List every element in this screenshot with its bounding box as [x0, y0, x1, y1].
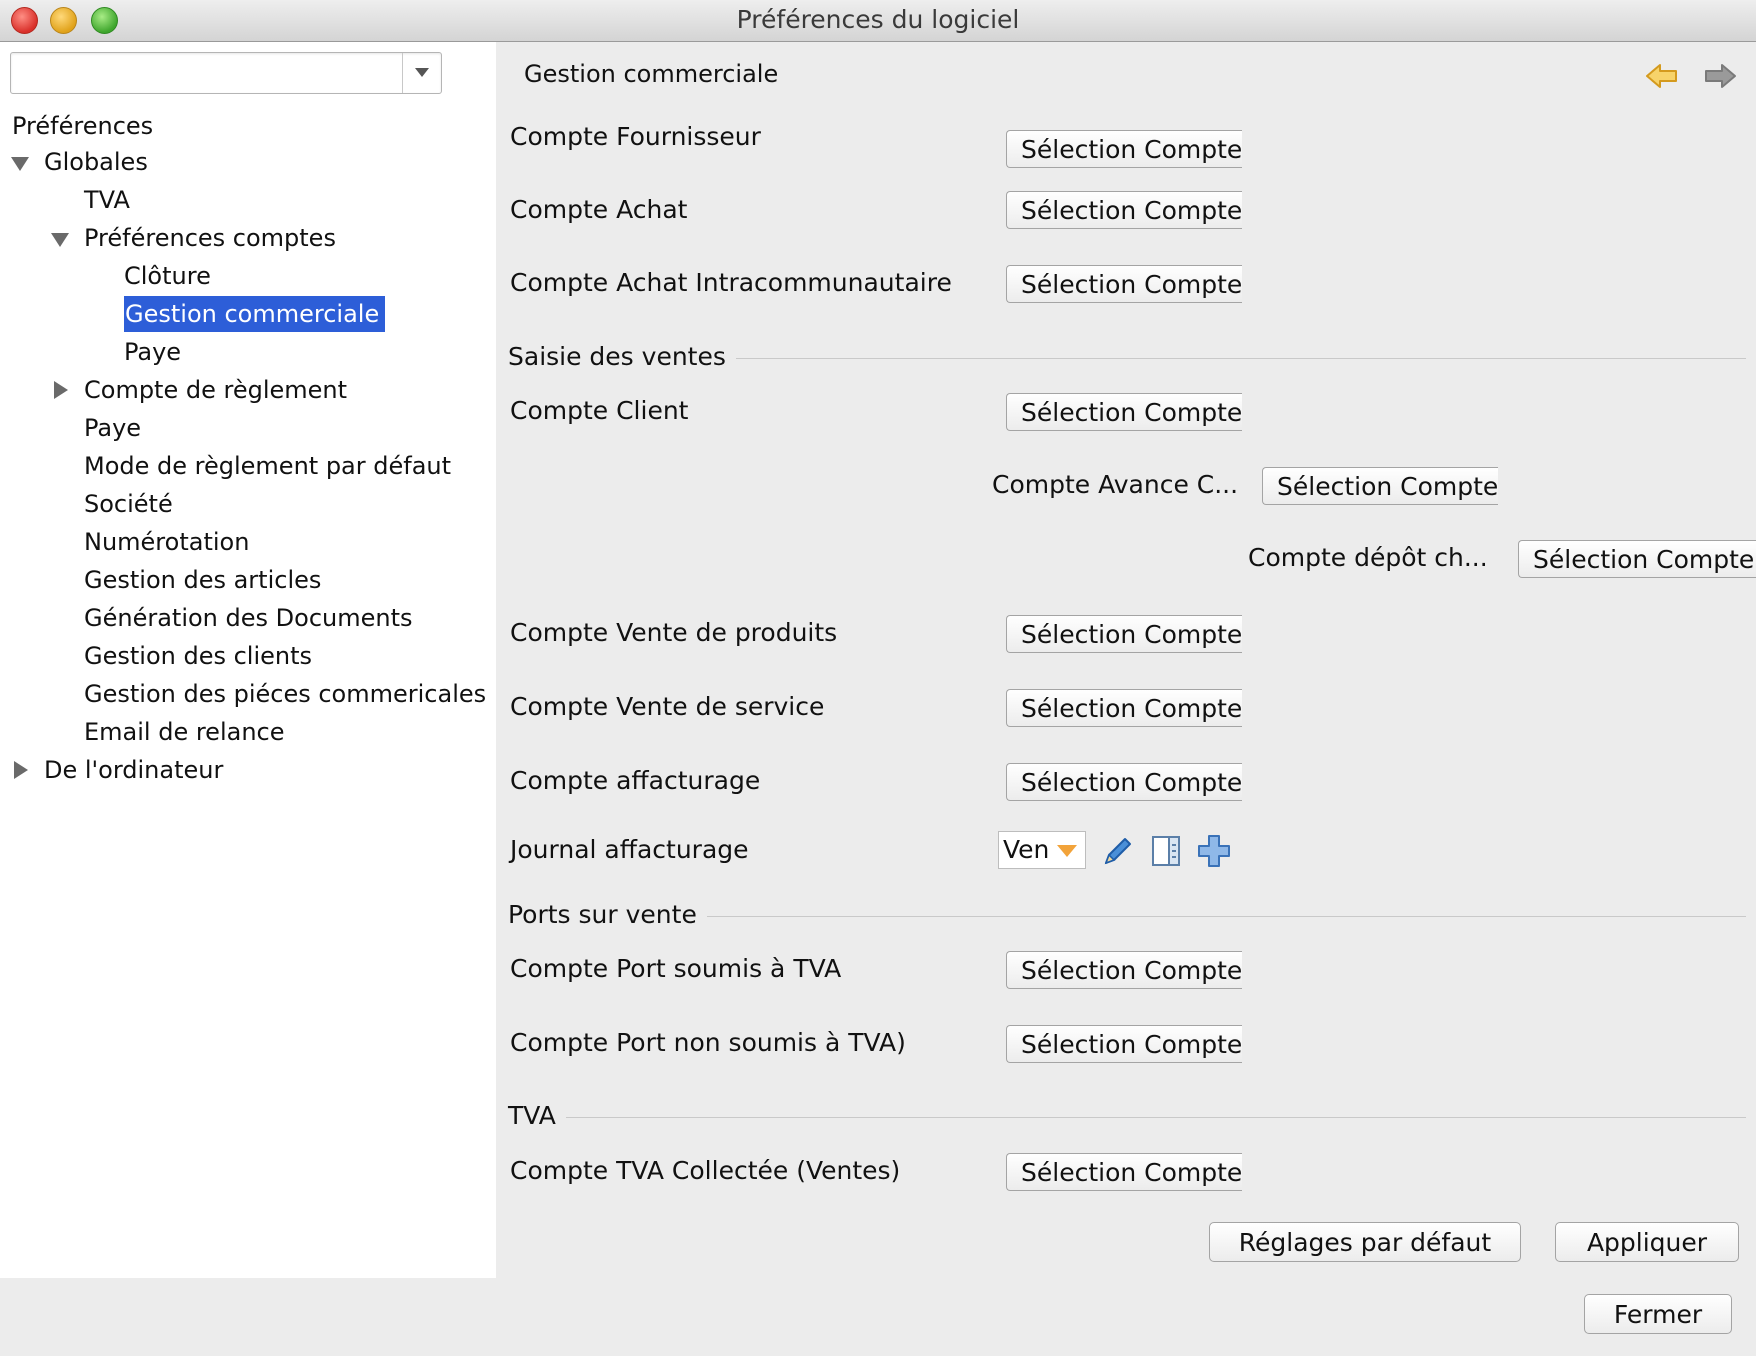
tree-item-label: Globales: [44, 148, 148, 176]
tree-item-label: Clôture: [124, 262, 211, 290]
compte-port-non-tva-select-button[interactable]: Sélection Compte: [1006, 1025, 1242, 1063]
compte-avance-label: Compte Avance C...: [992, 470, 1239, 499]
filter-combo[interactable]: [10, 52, 442, 94]
tree-item-label: Génération des Documents: [84, 604, 413, 632]
section-divider: [696, 916, 1746, 917]
tree-item-globales[interactable]: Globales: [44, 146, 148, 178]
tree-item-numerotation[interactable]: Numérotation: [84, 526, 249, 558]
compte-port-tva-label: Compte Port soumis à TVA: [510, 954, 842, 983]
tree-item-label: Gestion des articles: [84, 566, 322, 594]
tree-item-societe[interactable]: Société: [84, 488, 173, 520]
tree-item-email-relance[interactable]: Email de relance: [84, 716, 285, 748]
apply-button[interactable]: Appliquer: [1555, 1222, 1739, 1262]
tree-item-cloture[interactable]: Clôture: [124, 260, 211, 292]
compte-fournisseur-select-button[interactable]: Sélection Compte: [1006, 130, 1242, 168]
compte-client-label: Compte Client: [510, 396, 689, 425]
tree-item-label: Compte de règlement: [84, 376, 348, 404]
tree-item-preferences-comptes[interactable]: Préférences comptes: [84, 222, 336, 254]
tree-item-gestion-articles[interactable]: Gestion des articles: [84, 564, 321, 596]
disclosure-closed-icon[interactable]: [54, 381, 68, 399]
tree-item-label: Préférences comptes: [84, 224, 336, 252]
section-divider: [566, 1117, 1746, 1118]
compte-port-non-tva-label: Compte Port non soumis à TVA): [510, 1028, 906, 1057]
compte-avance-select-button[interactable]: Sélection Compte: [1262, 467, 1498, 505]
tree-item-paye-comptes[interactable]: Paye: [124, 336, 181, 368]
tree-item-tva[interactable]: TVA: [84, 184, 130, 216]
preferences-window: Préférences du logiciel Préférences Glob…: [0, 0, 1756, 1356]
window-title: Préférences du logiciel: [736, 5, 1020, 34]
tree-item-label: Préférences: [12, 112, 154, 140]
tree-item-generation-documents[interactable]: Génération des Documents: [84, 602, 413, 634]
section-tva: TVA: [508, 1101, 566, 1130]
compte-vente-service-label: Compte Vente de service: [510, 692, 825, 721]
chevron-down-icon[interactable]: [402, 53, 441, 93]
forward-arrow-icon[interactable]: [1702, 60, 1738, 92]
filter-input[interactable]: [15, 57, 409, 89]
compte-affacturage-select-button[interactable]: Sélection Compte: [1006, 763, 1242, 801]
tree-item-label: Gestion commerciale: [124, 296, 386, 332]
compte-vente-produits-label: Compte Vente de produits: [510, 618, 838, 647]
compte-client-select-button[interactable]: Sélection Compte: [1006, 393, 1242, 431]
tree-item-label: Numérotation: [84, 528, 250, 556]
dialog-footer: Fermer: [0, 1278, 1756, 1356]
list-icon[interactable]: [1148, 833, 1184, 869]
section-saisie-ventes: Saisie des ventes: [508, 342, 736, 371]
restore-defaults-button[interactable]: Réglages par défaut: [1209, 1222, 1521, 1262]
tree-item-preferences[interactable]: Préférences: [12, 110, 153, 142]
plus-icon[interactable]: [1196, 833, 1232, 869]
compte-vente-produits-select-button[interactable]: Sélection Compte: [1006, 615, 1242, 653]
section-divider: [696, 358, 1746, 359]
compte-tva-collectee-label: Compte TVA Collectée (Ventes): [510, 1156, 901, 1185]
tree-item-label: Email de relance: [84, 718, 285, 746]
compte-achat-label: Compte Achat: [510, 195, 688, 224]
disclosure-open-icon[interactable]: [11, 157, 29, 171]
compte-port-tva-select-button[interactable]: Sélection Compte: [1006, 951, 1242, 989]
tree-item-paye[interactable]: Paye: [84, 412, 141, 444]
journal-affacturage-value: Ven: [1003, 835, 1050, 864]
tree-item-de-lordinateur[interactable]: De l'ordinateur: [44, 754, 223, 786]
compte-fournisseur-label: Compte Fournisseur: [510, 122, 761, 151]
journal-affacturage-combo[interactable]: Ven: [998, 831, 1086, 869]
tree-item-label: Gestion des piéces commericales: [84, 680, 487, 708]
tree-item-label: TVA: [84, 186, 130, 214]
title-bar: Préférences du logiciel: [0, 0, 1756, 42]
section-ports-vente: Ports sur vente: [508, 900, 707, 929]
compte-affacturage-label: Compte affacturage: [510, 766, 761, 795]
compte-vente-service-select-button[interactable]: Sélection Compte: [1006, 689, 1242, 727]
compte-achat-intra-label: Compte Achat Intracommunautaire: [510, 268, 952, 297]
tree-item-compte-reglement[interactable]: Compte de règlement: [84, 374, 347, 406]
disclosure-closed-icon[interactable]: [14, 761, 28, 779]
preferences-sidebar: Préférences Globales TVA Préférences com…: [0, 42, 496, 1278]
tree-item-mode-reglement[interactable]: Mode de règlement par défaut: [84, 450, 451, 482]
back-arrow-icon[interactable]: [1644, 60, 1680, 92]
tree-item-gestion-commerciale[interactable]: Gestion commerciale: [124, 296, 386, 332]
tree-item-label: Mode de règlement par défaut: [84, 452, 452, 480]
compte-achat-select-button[interactable]: Sélection Compte: [1006, 191, 1242, 229]
tree-item-gestion-pieces[interactable]: Gestion des piéces commericales: [84, 678, 486, 710]
close-button[interactable]: Fermer: [1584, 1294, 1732, 1334]
tree-item-label: De l'ordinateur: [44, 756, 224, 784]
panel-title: Gestion commerciale: [524, 60, 779, 88]
tree-item-gestion-clients[interactable]: Gestion des clients: [84, 640, 312, 672]
tree-item-label: Paye: [84, 414, 142, 442]
compte-depot-select-button[interactable]: Sélection Compte: [1518, 540, 1756, 578]
disclosure-open-icon[interactable]: [51, 233, 69, 247]
compte-depot-label: Compte dépôt ch...: [1248, 543, 1488, 572]
chevron-down-icon[interactable]: [1057, 845, 1077, 857]
journal-affacturage-label: Journal affacturage: [510, 835, 749, 864]
tree-item-label: Société: [84, 490, 173, 518]
pencil-icon[interactable]: [1100, 833, 1136, 869]
compte-achat-intra-select-button[interactable]: Sélection Compte: [1006, 265, 1242, 303]
tree-item-label: Paye: [124, 338, 182, 366]
compte-tva-collectee-select-button[interactable]: Sélection Compte: [1006, 1153, 1242, 1191]
tree-item-label: Gestion des clients: [84, 642, 313, 670]
preferences-panel: Gestion commerciale Compte Fournisseur S…: [496, 42, 1756, 1278]
